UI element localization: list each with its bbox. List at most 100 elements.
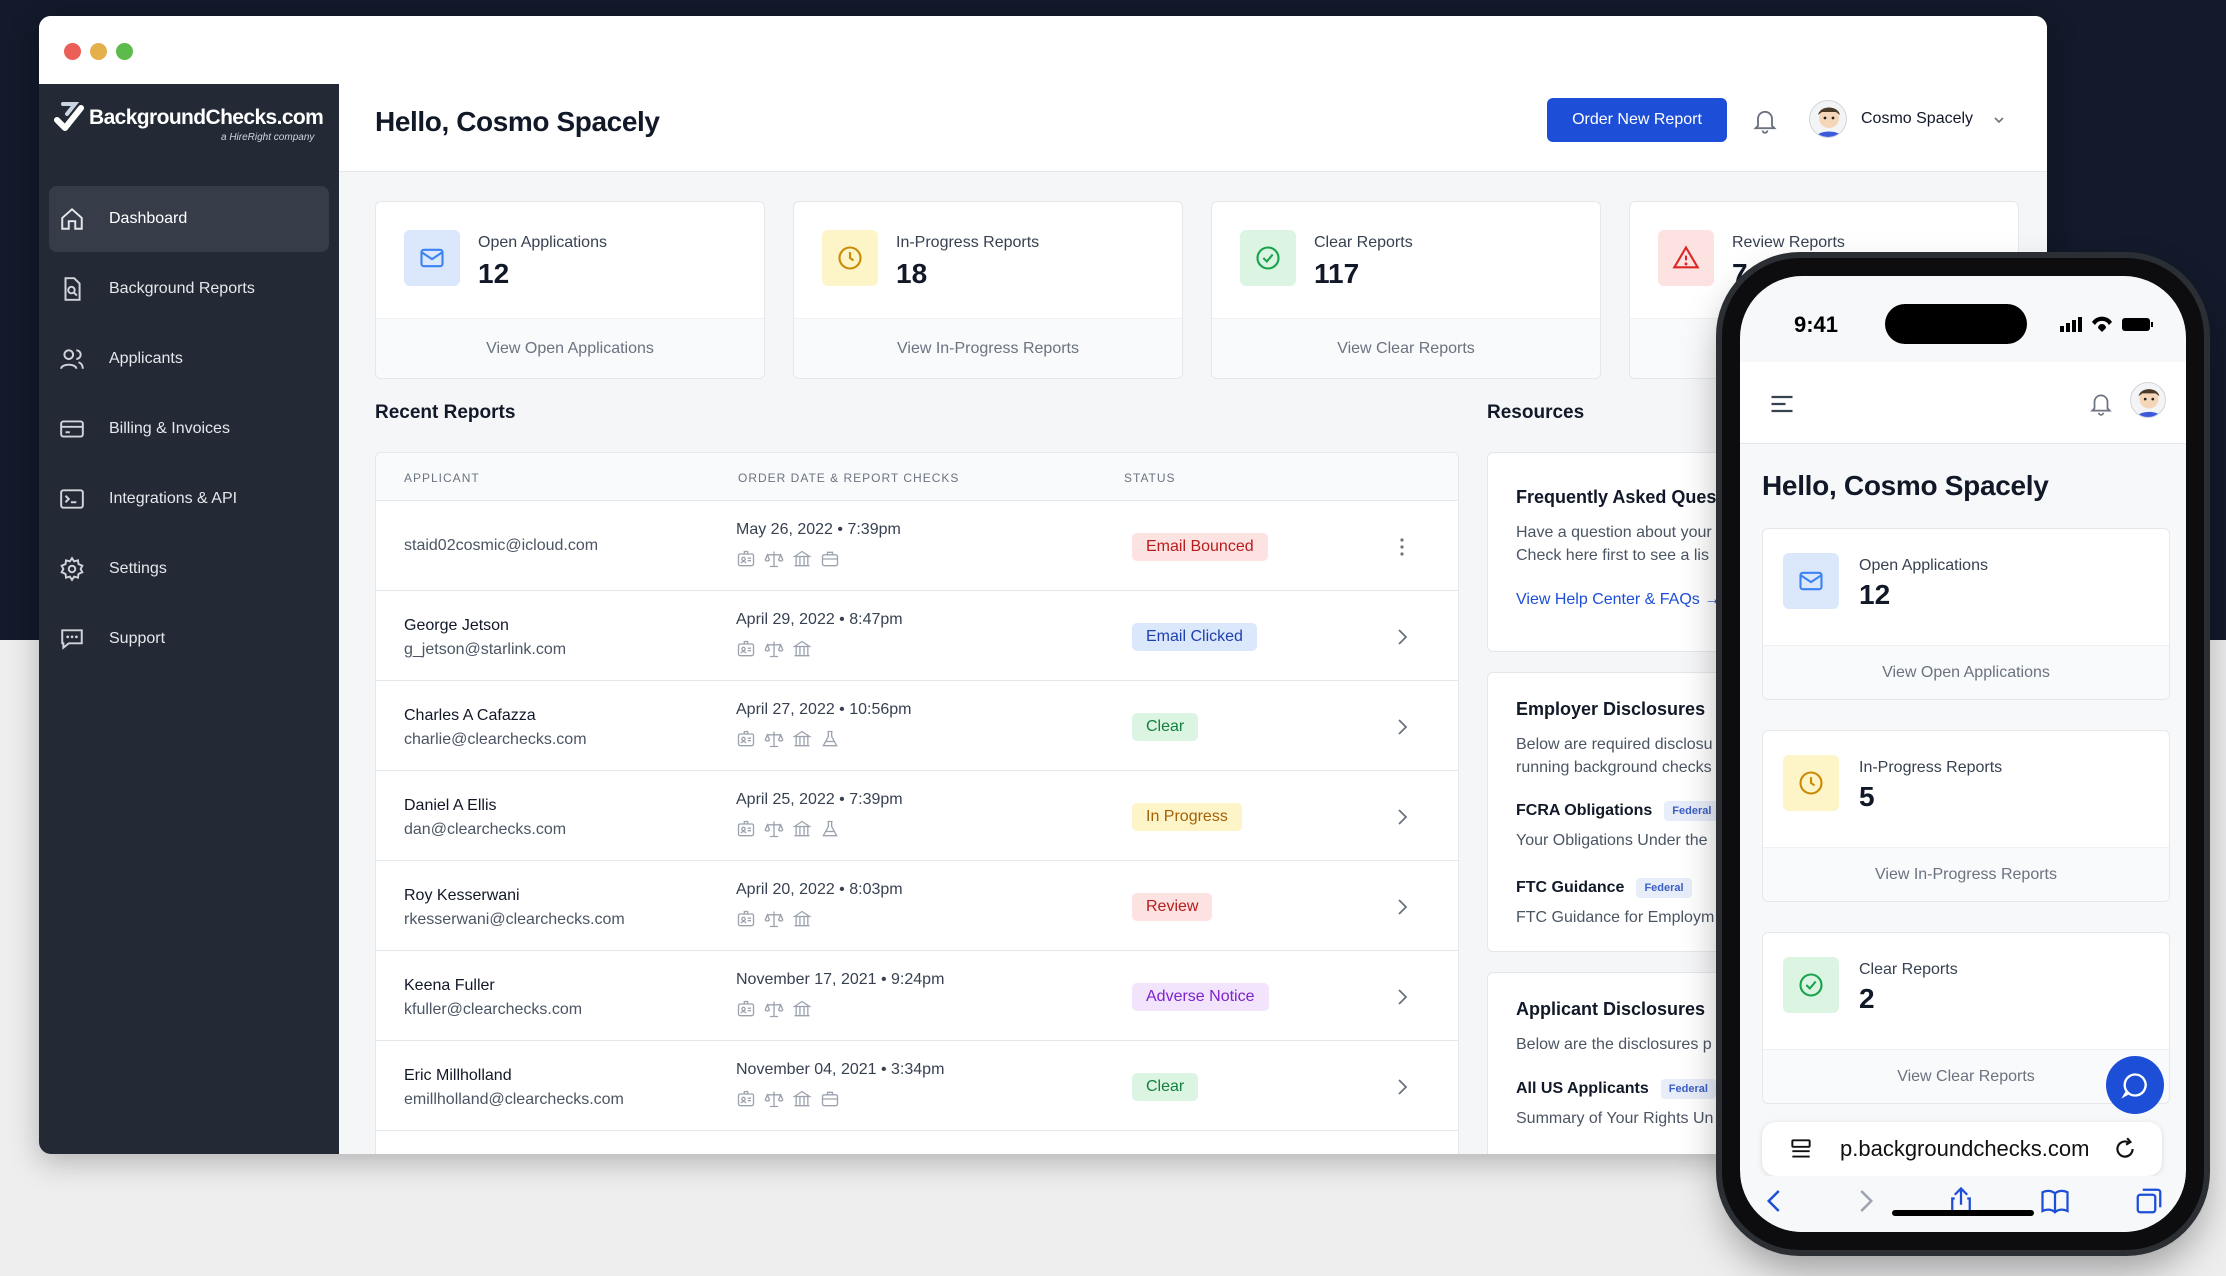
avatar[interactable] [1809, 100, 1847, 138]
scale-icon [764, 1089, 784, 1109]
view-in-progress-reports-link[interactable]: View In-Progress Reports [1763, 847, 2169, 901]
chevron-right-icon[interactable] [1390, 805, 1414, 829]
sidebar-item-background-reports[interactable]: Background Reports [49, 256, 329, 322]
stat-label: Open Applications [478, 234, 607, 251]
chevron-right-icon[interactable] [1390, 625, 1414, 649]
recent-reports-table: APPLICANT ORDER DATE & REPORT CHECKS STA… [375, 452, 1459, 1154]
stat-label: Open Applications [1859, 557, 1988, 574]
applicant-name: Daniel A Ellis [404, 797, 497, 814]
view-clear-reports-link[interactable]: View Clear Reports [1212, 318, 1600, 378]
faq-title: Frequently Asked Quest [1516, 487, 1723, 507]
sidebar-item-settings[interactable]: Settings [49, 536, 329, 602]
ftc-guidance-link[interactable]: FTC Guidance Federal [1516, 878, 1692, 898]
check-circle-icon [1799, 973, 1823, 997]
view-help-center-link[interactable]: View Help Center & FAQs → [1516, 591, 1720, 609]
dynamic-island [1885, 304, 2027, 344]
gear-icon [60, 556, 84, 582]
table-row[interactable]: George Jetson g_jetson@starlink.com April … [376, 591, 1458, 681]
sidebar-item-label: Background Reports [109, 280, 255, 297]
sidebar-item-applicants[interactable]: Applicants [49, 326, 329, 392]
id-card-icon [736, 639, 756, 659]
zoom-window-button[interactable] [116, 43, 133, 60]
fcra-obligations-link[interactable]: FCRA Obligations Federal [1516, 801, 1720, 821]
id-card-icon [736, 729, 756, 749]
flask-icon [820, 819, 840, 839]
page-menu-icon[interactable] [1788, 1136, 1814, 1162]
hamburger-menu-icon[interactable] [1768, 390, 1796, 418]
minimize-window-button[interactable] [90, 43, 107, 60]
phone-url-bar[interactable]: p.backgroundchecks.com [1762, 1122, 2162, 1176]
table-row[interactable]: Daniel A Ellis dan@clearchecks.com April 2… [376, 771, 1458, 861]
sidebar-item-dashboard[interactable]: Dashboard [49, 186, 329, 252]
view-open-applications-link[interactable]: View Open Applications [376, 318, 764, 378]
back-icon[interactable] [1760, 1186, 1790, 1216]
report-checks [736, 999, 812, 1019]
table-row[interactable]: Eric Millholland emillholland@clearchecks… [376, 1041, 1458, 1131]
phone-time: 9:41 [1794, 312, 1839, 337]
order-date: May 26, 2022 • 7:39pm [736, 521, 901, 538]
stat-label: In-Progress Reports [1859, 759, 2003, 776]
order-date: November 17, 2021 • 9:24pm [736, 971, 945, 988]
recent-reports-title: Recent Reports [375, 402, 516, 423]
applicant-name: Eric Millholland [404, 1067, 512, 1084]
stat-value: 5 [1859, 781, 1875, 812]
forward-icon[interactable] [1850, 1186, 1880, 1216]
report-checks [736, 639, 812, 659]
bell-icon[interactable] [2088, 390, 2114, 416]
fcra-text: Your Obligations Under the [1516, 832, 1708, 849]
chevron-right-icon[interactable] [1390, 1075, 1414, 1099]
status-badge: Clear [1132, 1073, 1199, 1101]
view-open-applications-link[interactable]: View Open Applications [1763, 645, 2169, 699]
id-card-icon [736, 1089, 756, 1109]
close-window-button[interactable] [64, 43, 81, 60]
federal-badge: Federal [1664, 801, 1720, 821]
sidebar-item-label: Settings [109, 560, 167, 577]
chat-button[interactable] [2106, 1056, 2164, 1114]
flask-icon [820, 729, 840, 749]
applicant-text-line-1: Below are the disclosures p [1516, 1036, 1712, 1053]
chevron-right-icon[interactable] [1390, 985, 1414, 1009]
order-date: April 29, 2022 • 8:47pm [736, 611, 903, 628]
phone-status-icons [2060, 316, 2153, 332]
report-checks [736, 549, 840, 569]
stat-card-open-applications: Open Applications 12 View Open Applicati… [375, 201, 765, 379]
more-vertical-icon[interactable] [1390, 535, 1414, 559]
stat-icon-box [1783, 957, 1839, 1013]
all-us-applicants-link[interactable]: All US Applicants Federal [1516, 1079, 1716, 1099]
bookmarks-icon[interactable] [2040, 1186, 2070, 1216]
bell-icon[interactable] [1751, 106, 1779, 134]
stat-value: 117 [1314, 258, 1360, 289]
courthouse-icon [792, 639, 812, 659]
fcra-title: FCRA Obligations [1516, 802, 1653, 820]
sidebar-item-billing[interactable]: Billing & Invoices [49, 396, 329, 462]
tabs-icon[interactable] [2134, 1186, 2164, 1216]
chevron-down-icon[interactable] [1991, 112, 2007, 128]
reload-icon[interactable] [2112, 1136, 2138, 1162]
sidebar-item-integrations[interactable]: Integrations & API [49, 466, 329, 532]
sidebar-item-support[interactable]: Support [49, 606, 329, 672]
id-card-icon [736, 549, 756, 569]
table-row[interactable]: Charles A Cafazza charlie@clearchecks.com… [376, 681, 1458, 771]
applicant-name: Charles A Cafazza [404, 707, 536, 724]
brand-logo[interactable]: BackgroundChecks.com a HireRight company [53, 100, 333, 152]
chevron-right-icon[interactable] [1390, 895, 1414, 919]
home-indicator [1892, 1210, 2034, 1216]
sidebar-item-label: Support [109, 630, 166, 647]
table-row[interactable]: Keena Fuller kfuller@clearchecks.com Novem… [376, 951, 1458, 1041]
chevron-right-icon[interactable] [1390, 715, 1414, 739]
user-name[interactable]: Cosmo Spacely [1861, 110, 1973, 128]
report-checks [736, 1089, 840, 1109]
stat-value: 18 [896, 258, 928, 289]
avatar[interactable] [2130, 382, 2166, 418]
brand-tagline: a HireRight company [221, 132, 315, 143]
order-new-report-button[interactable]: Order New Report [1547, 98, 1727, 142]
status-badge: Review [1132, 893, 1213, 921]
scale-icon [764, 549, 784, 569]
report-search-icon [64, 277, 81, 301]
view-in-progress-reports-link[interactable]: View In-Progress Reports [794, 318, 1182, 378]
page-title: Hello, Cosmo Spacely [375, 106, 660, 137]
stat-label: Clear Reports [1314, 234, 1413, 251]
top-bar: Hello, Cosmo Spacely Order New Report Co… [339, 84, 2047, 172]
table-row[interactable]: staid02cosmic@icloud.com May 26, 2022 • 7… [376, 501, 1458, 591]
table-row[interactable]: Roy Kesserwani rkesserwani@clearchecks.co… [376, 861, 1458, 951]
